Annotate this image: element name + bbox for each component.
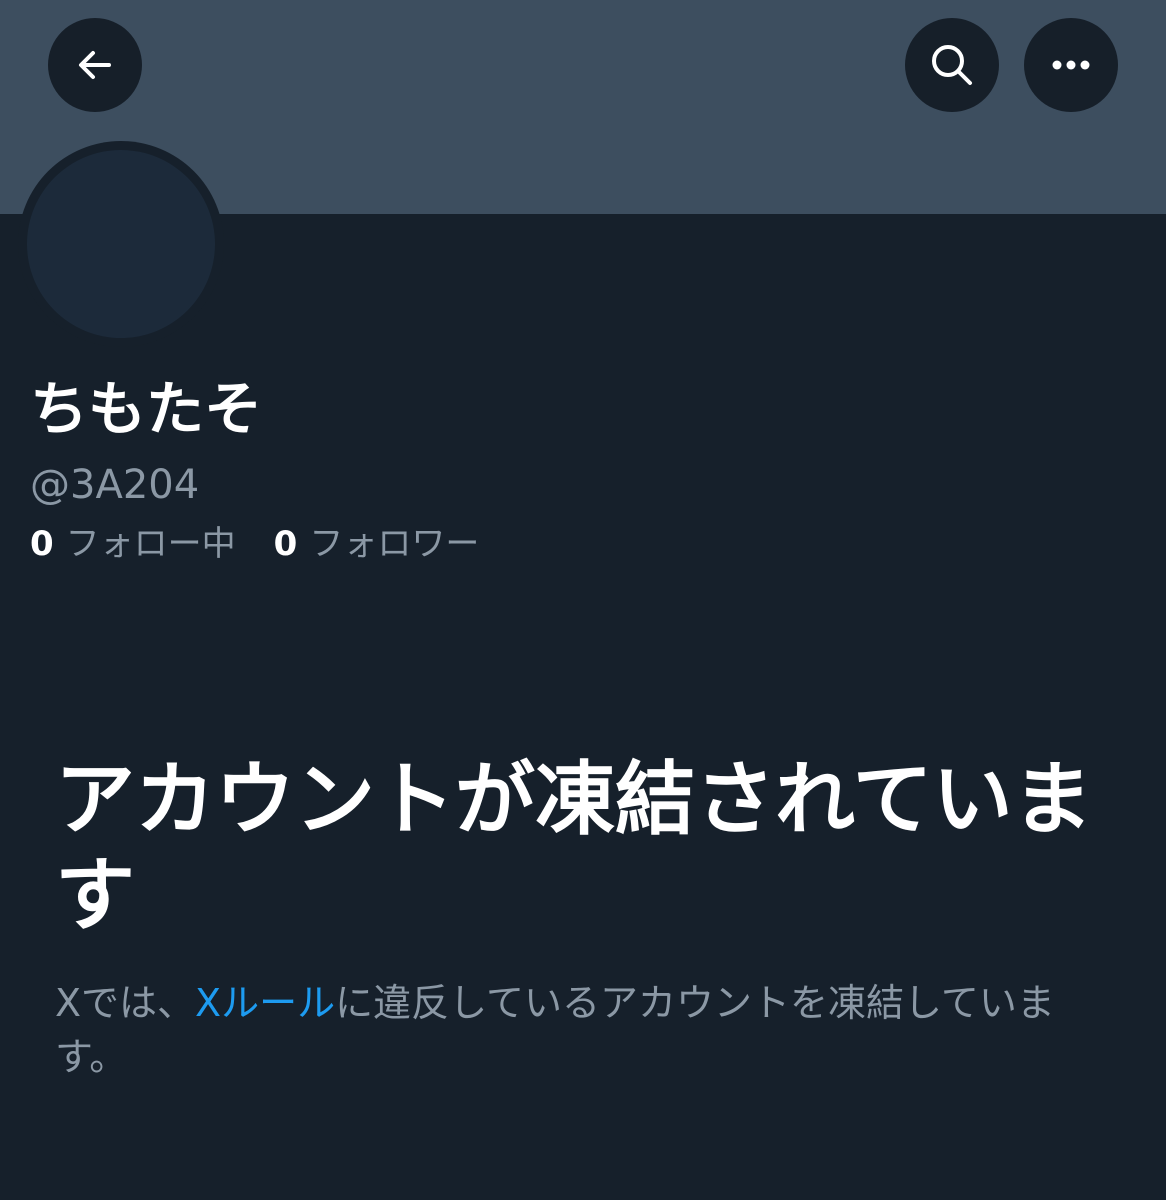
avatar[interactable]: [27, 150, 215, 338]
suspended-title: アカウントが凍結されています: [55, 753, 1093, 942]
followers-count: 0: [273, 524, 298, 564]
followers-label: フォロワー: [309, 524, 480, 564]
display-name: ちもたそ: [30, 375, 263, 443]
user-handle: @3A204: [30, 462, 200, 508]
x-rules-link[interactable]: Xルール: [195, 981, 335, 1025]
more-options-button[interactable]: [1024, 18, 1118, 112]
back-button[interactable]: [48, 18, 142, 112]
following-label: フォロー中: [65, 524, 236, 564]
description-text-start: Xでは、: [55, 981, 196, 1025]
followers-stat[interactable]: 0 フォロワー: [274, 522, 480, 566]
following-stat[interactable]: 0 フォロー中: [30, 522, 236, 566]
profile-page: ちもたそ @3A204 0 フォロー中 0 フォロワー アカウントが凍結されてい…: [0, 0, 1166, 1200]
more-horizontal-icon: [1052, 60, 1090, 70]
search-icon: [932, 45, 972, 85]
arrow-left-icon: [79, 51, 111, 79]
avatar-ring: [18, 141, 224, 347]
follow-stats: 0 フォロー中 0 フォロワー: [30, 522, 479, 566]
following-count: 0: [30, 524, 54, 564]
suspended-description: Xでは、Xルールに違反しているアカウントを凍結しています。: [55, 976, 1095, 1084]
search-button[interactable]: [905, 18, 999, 112]
